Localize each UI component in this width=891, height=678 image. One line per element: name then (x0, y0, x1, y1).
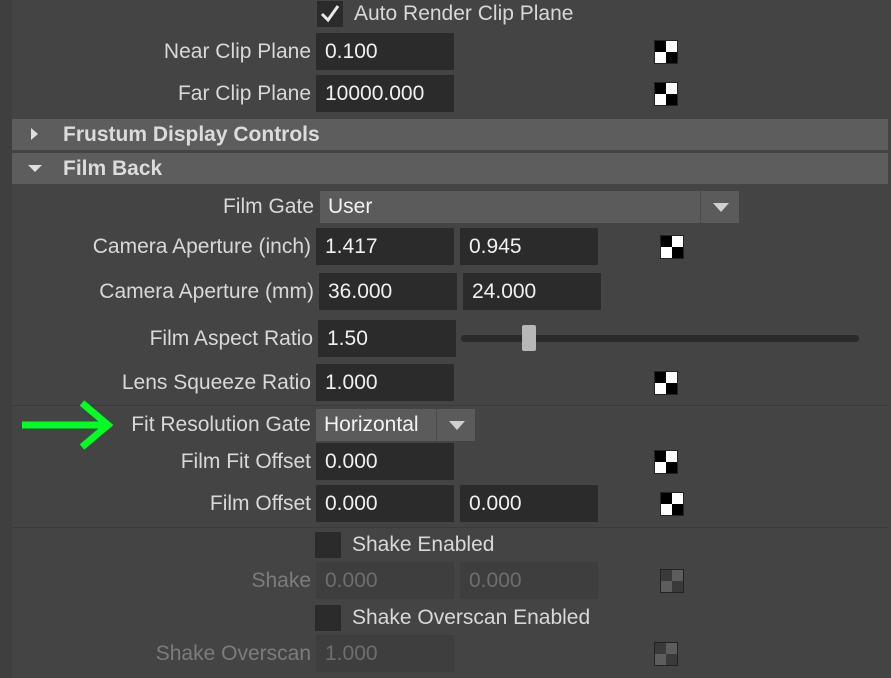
film-gate-dropdown[interactable]: User (320, 191, 700, 223)
shake-enabled-label: Shake Enabled (352, 533, 495, 556)
lens-squeeze-field[interactable]: 1.000 (316, 364, 454, 401)
aperture-mm-x-field[interactable]: 36.000 (319, 273, 457, 310)
far-clip-field[interactable]: 10000.000 (316, 75, 454, 112)
film-fit-offset-label: Film Fit Offset (180, 450, 311, 473)
film-aspect-slider[interactable] (461, 335, 859, 342)
lens-squeeze-label: Lens Squeeze Ratio (121, 371, 311, 394)
left-strip (0, 0, 12, 678)
expand-triangle-icon (31, 128, 38, 140)
auto-render-checkbox[interactable] (317, 1, 343, 27)
green-arrow-right-icon (22, 400, 114, 450)
auto-render-label: Auto Render Clip Plane (354, 2, 574, 25)
section-title: Frustum Display Controls (63, 123, 320, 146)
divider (12, 527, 888, 528)
chevron-down-icon[interactable] (436, 409, 475, 441)
far-clip-label: Far Clip Plane (177, 82, 311, 105)
aperture-inch-x-field[interactable]: 1.417 (316, 228, 454, 265)
keyframe-checker-icon (660, 569, 684, 593)
keyframe-checker-icon[interactable] (660, 492, 684, 516)
film-fit-offset-field[interactable]: 0.000 (316, 443, 454, 480)
collapse-triangle-icon (28, 165, 42, 172)
keyframe-checker-icon[interactable] (654, 450, 678, 474)
keyframe-checker-icon[interactable] (654, 40, 678, 64)
film-offset-y-field[interactable]: 0.000 (460, 485, 598, 522)
film-gate-label: Film Gate (222, 195, 314, 218)
shake-overscan-enabled-label: Shake Overscan Enabled (352, 606, 591, 629)
shake-y-field: 0.000 (460, 562, 598, 599)
keyframe-checker-icon (654, 642, 678, 666)
film-aspect-field[interactable]: 1.50 (318, 320, 456, 357)
chevron-down-icon[interactable] (700, 191, 739, 223)
slider-handle[interactable] (522, 325, 537, 351)
fit-resolution-gate-dropdown[interactable]: Horizontal (316, 409, 436, 441)
shake-x-field: 0.000 (316, 562, 454, 599)
divider (12, 405, 888, 406)
keyframe-checker-icon[interactable] (654, 82, 678, 106)
shake-overscan-field: 1.000 (316, 635, 454, 672)
shake-enabled-checkbox[interactable] (315, 532, 341, 558)
fit-resolution-gate-label: Fit Resolution Gate (131, 413, 311, 436)
shake-overscan-label: Shake Overscan (155, 642, 311, 665)
aperture-mm-label: Camera Aperture (mm) (99, 280, 314, 303)
film-aspect-label: Film Aspect Ratio (149, 327, 313, 350)
shake-label: Shake (251, 569, 311, 592)
film-offset-label: Film Offset (209, 492, 311, 515)
keyframe-checker-icon[interactable] (654, 371, 678, 395)
near-clip-label: Near Clip Plane (163, 40, 311, 63)
aperture-inch-y-field[interactable]: 0.945 (460, 228, 598, 265)
aperture-inch-label: Camera Aperture (inch) (92, 235, 311, 258)
near-clip-field[interactable]: 0.100 (316, 33, 454, 70)
shake-overscan-enabled-checkbox[interactable] (315, 605, 341, 631)
section-frustum-display-controls[interactable]: Frustum Display Controls (12, 119, 888, 150)
section-film-back[interactable]: Film Back (12, 153, 888, 184)
keyframe-checker-icon[interactable] (660, 235, 684, 259)
section-title: Film Back (63, 157, 163, 180)
film-offset-x-field[interactable]: 0.000 (316, 485, 454, 522)
check-icon (320, 5, 340, 23)
aperture-mm-y-field[interactable]: 24.000 (463, 273, 601, 310)
